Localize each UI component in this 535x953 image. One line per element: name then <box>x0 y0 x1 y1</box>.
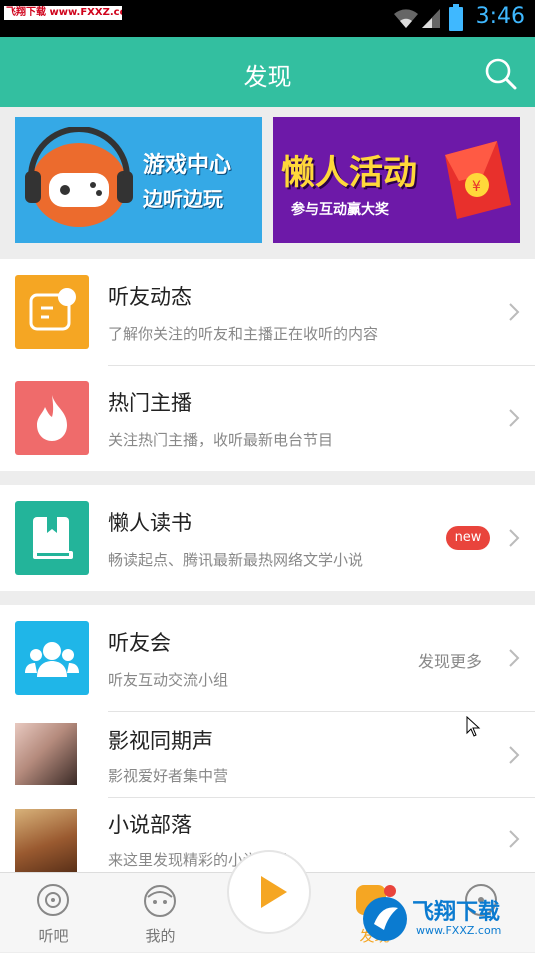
chevron-right-icon <box>509 529 520 547</box>
flame-icon <box>15 381 89 455</box>
chevron-right-icon <box>509 409 520 427</box>
watermark-text: 飞翔下载 www.FXXZ.com <box>4 6 122 20</box>
discover-more-link[interactable]: 发现更多 <box>418 648 482 672</box>
game-center-banner[interactable]: 游戏中心 边听边玩 <box>15 117 262 243</box>
list-item-hot-anchors[interactable]: 热门主播 关注热门主播，收听最新电台节目 <box>0 365 535 471</box>
list-item-movie[interactable]: 影视同期声 影视爱好者集中营 <box>0 711 535 797</box>
nav-tab-listen[interactable]: 听吧 <box>0 873 107 953</box>
mouse-cursor-icon <box>466 716 481 737</box>
row-subtitle: 听友互动交流小组 <box>108 671 229 689</box>
chevron-right-icon <box>509 303 520 321</box>
banner-area: 游戏中心 边听边玩 ¥ 懒人活动 参与互动赢大奖 <box>0 107 535 259</box>
activity-banner-title: 懒人活动 <box>281 153 417 193</box>
signal-icon <box>422 9 440 28</box>
book-icon <box>15 501 89 575</box>
activity-banner-subtitle: 参与互动赢大奖 <box>291 202 389 218</box>
top-app-bar: 发现 <box>0 37 535 107</box>
clock: 3:46 <box>475 4 525 29</box>
movie-thumbnail <box>15 723 77 785</box>
list-item-friend-feed[interactable]: 听友动态 了解你关注的听友和主播正在收听的内容 <box>0 259 535 365</box>
row-title: 听友会 <box>108 631 171 655</box>
reading-section: 懒人读书 畅读起点、腾讯最新最热网络文学小说 new <box>0 485 535 591</box>
feed-section: 听友动态 了解你关注的听友和主播正在收听的内容 热门主播 关注热门主播，收听最新… <box>0 259 535 471</box>
row-title: 小说部落 <box>108 813 192 837</box>
row-subtitle: 了解你关注的听友和主播正在收听的内容 <box>108 325 379 343</box>
play-icon <box>261 876 287 908</box>
friend-feed-icon <box>15 275 89 349</box>
activity-banner[interactable]: ¥ 懒人活动 参与互动赢大奖 <box>273 117 520 243</box>
game-banner-subtitle: 边听边玩 <box>143 187 223 211</box>
chevron-right-icon <box>509 746 520 764</box>
row-subtitle: 畅读起点、腾讯最新最热网络文学小说 <box>108 551 364 569</box>
group-icon <box>15 621 89 695</box>
nav-label: 听吧 <box>38 927 69 945</box>
profile-icon <box>144 885 176 917</box>
nav-label: 我的 <box>145 927 176 945</box>
list-item-reading[interactable]: 懒人读书 畅读起点、腾讯最新最热网络文学小说 new <box>0 485 535 591</box>
row-subtitle: 关注热门主播，收听最新电台节目 <box>108 431 334 449</box>
row-title: 热门主播 <box>108 391 192 415</box>
battery-icon <box>449 4 463 31</box>
red-envelope-icon: ¥ <box>445 141 511 219</box>
wifi-icon <box>394 9 418 28</box>
chevron-right-icon <box>509 649 520 667</box>
status-bar: 飞翔下载 www.FXXZ.com 3:46 <box>0 0 535 37</box>
community-section: 听友会 听友互动交流小组 发现更多 影视同期声 影视爱好者集中营 小说部落 来这… <box>0 605 535 872</box>
nav-tab-mine[interactable]: 我的 <box>107 873 214 953</box>
page-title: 发现 <box>243 63 292 91</box>
list-item-fan-club[interactable]: 听友会 听友互动交流小组 发现更多 <box>0 605 535 711</box>
row-title: 懒人读书 <box>108 511 192 535</box>
watermark-logo-url: www.FXXZ.com <box>416 924 502 937</box>
svg-text:¥: ¥ <box>472 179 481 195</box>
game-banner-title: 游戏中心 <box>143 153 232 178</box>
search-icon[interactable] <box>484 57 518 91</box>
fxxz-logo-icon <box>363 897 407 941</box>
row-title: 影视同期声 <box>108 729 213 753</box>
new-badge: new <box>446 526 490 550</box>
play-button[interactable] <box>227 850 311 934</box>
row-title: 听友动态 <box>108 285 192 309</box>
watermark-logo: 飞翔下载 www.FXXZ.com <box>360 890 530 948</box>
row-subtitle: 影视爱好者集中营 <box>108 767 229 785</box>
record-icon <box>37 884 69 916</box>
game-mascot-icon <box>25 127 133 227</box>
watermark-logo-text: 飞翔下载 <box>412 900 501 925</box>
novel-thumbnail <box>15 809 77 872</box>
chevron-right-icon <box>509 830 520 848</box>
